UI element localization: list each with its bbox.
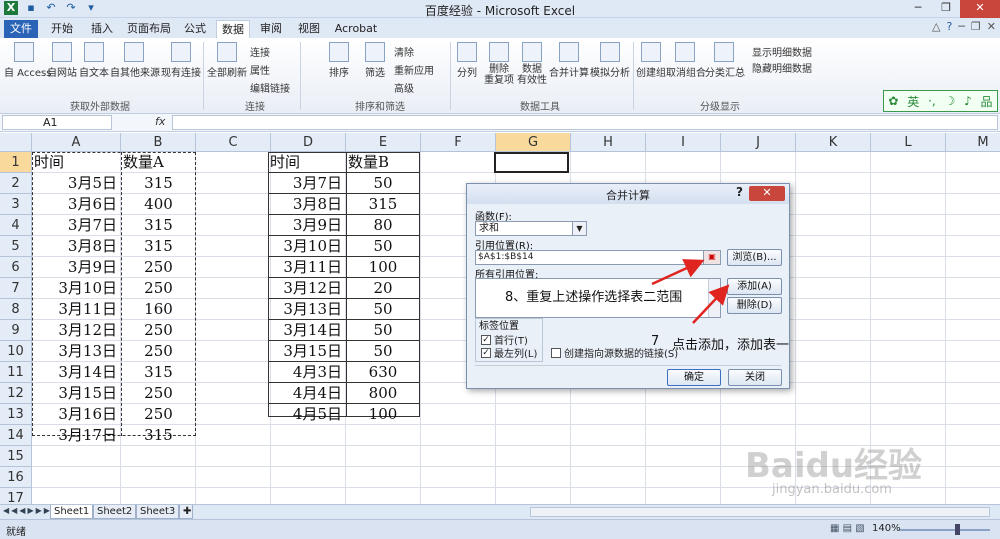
view-mode-icons[interactable]: ▦ ▤ ▧	[830, 523, 865, 534]
excel-window: X ▪ ↶ ↷ ▾ 百度经验 - Microsoft Excel ─ ❐ ✕ 文…	[0, 0, 1000, 539]
horizontal-scrollbar[interactable]	[530, 507, 990, 517]
arrow-to-range-picker	[651, 259, 705, 286]
baidu-watermark: Baidu经验	[745, 446, 923, 486]
sheet-tab-1[interactable]: Sheet1	[50, 505, 94, 519]
baidu-watermark-url: jingyan.baidu.com	[772, 482, 892, 497]
sheet-tab-3[interactable]: Sheet3	[136, 505, 180, 519]
sheet-tab-2[interactable]: Sheet2	[93, 505, 137, 519]
zoom-level[interactable]: 140%	[872, 523, 901, 534]
sheet-tab-bar: ◀◀◀▶▶▶ Sheet1 Sheet2 Sheet3 ✚	[0, 504, 1000, 519]
sheet-nav-icon[interactable]: ◀◀◀▶▶▶	[3, 506, 52, 515]
status-bar: 就绪 ▦ ▤ ▧ 140%	[0, 519, 1000, 539]
insert-sheet-icon[interactable]: ✚	[179, 505, 193, 519]
zoom-slider[interactable]	[900, 529, 990, 531]
arrow-to-add-button	[692, 284, 730, 324]
status-ready: 就绪	[6, 527, 26, 538]
zoom-thumb[interactable]	[955, 524, 960, 535]
